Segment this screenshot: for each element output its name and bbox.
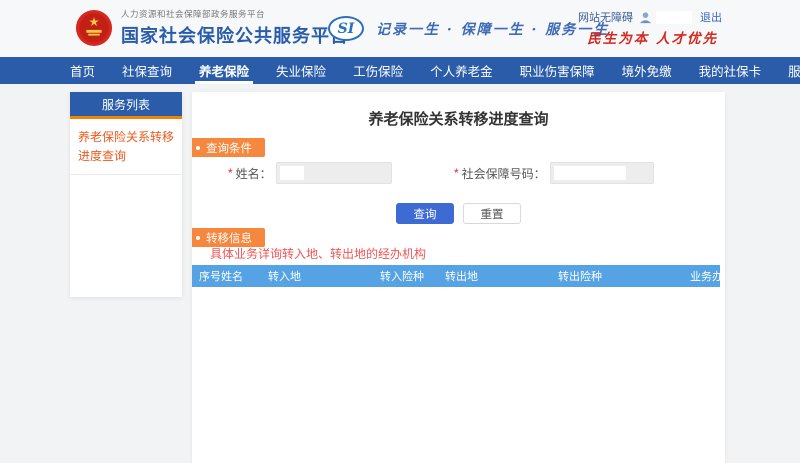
nav-item-personal-pension[interactable]: 个人养老金 [430, 57, 493, 84]
name-label: 姓名： [236, 165, 272, 182]
col-transfer-out: 转出地 [445, 265, 478, 287]
nav-item-guide[interactable]: 服务指南 [788, 57, 800, 84]
user-avatar-icon [639, 11, 652, 24]
required-mark: * [228, 166, 233, 180]
bullet-dot-icon [196, 236, 200, 240]
name-field-group: * 姓名： [228, 162, 392, 184]
col-process-status: 业务办理情况 [690, 265, 720, 287]
ministry-line: 人力资源和社会保障部政务服务平台 [121, 8, 349, 20]
name-input-wrap [276, 162, 392, 184]
transfer-table-header: 序号 姓名 转入地 转入险种 转出地 转出险种 业务办理情况 [192, 265, 720, 287]
main-panel: 养老保险关系转移进度查询 查询条件 * 姓名： * 社会保障号码： 查询 重置 … [192, 92, 725, 463]
query-form: * 姓名： * 社会保障号码： [192, 162, 725, 186]
query-button[interactable]: 查询 [396, 203, 454, 224]
national-emblem-icon: ★ [75, 9, 113, 47]
nav-item-injury[interactable]: 工伤保险 [353, 57, 403, 84]
bullet-dot-icon [196, 146, 200, 150]
main-nav: 首页 社保查询 养老保险 失业保险 工伤保险 个人养老金 职业伤害保障 境外免缴… [0, 57, 800, 84]
ssn-field-group: * 社会保障号码： [454, 162, 654, 184]
button-row: 查询 重置 [192, 203, 725, 224]
nav-item-unemployment[interactable]: 失业保险 [276, 57, 326, 84]
sidebar-item-transfer-progress[interactable]: 养老保险关系转移进度查询 [70, 119, 182, 175]
col-out-insurance: 转出险种 [558, 265, 602, 287]
section-tag-query: 查询条件 [192, 138, 265, 157]
service-sidebar: 服务列表 养老保险关系转移进度查询 [70, 92, 182, 297]
col-transfer-in: 转入地 [268, 265, 301, 287]
nav-item-my-card[interactable]: 我的社保卡 [699, 57, 762, 84]
username-redacted [656, 11, 692, 24]
nav-item-home[interactable]: 首页 [70, 57, 95, 84]
transfer-note: 具体业务详询转入地、转出地的经办机构 [210, 245, 426, 262]
accessibility-link[interactable]: 网站无障碍 [578, 9, 633, 25]
name-value-redacted [280, 166, 304, 180]
nav-item-pension[interactable]: 养老保险 [199, 57, 249, 84]
sidebar-title: 服务列表 [70, 92, 182, 119]
logo-group: ★ 人力资源和社会保障部政务服务平台 国家社会保险公共服务平台 [75, 8, 349, 48]
svg-text:★: ★ [88, 15, 99, 29]
col-seq: 序号 [199, 265, 221, 287]
reset-button[interactable]: 重置 [463, 203, 521, 224]
si-brand-group: SI 记录一生 · 保障一生 · 服务一生 [328, 16, 609, 41]
ssn-input-wrap [550, 162, 654, 184]
col-in-insurance: 转入险种 [380, 265, 424, 287]
ssn-label: 社会保障号码： [462, 165, 546, 182]
brand-slogan: 记录一生 · 保障一生 · 服务一生 [376, 19, 609, 39]
nav-item-overseas-exemption[interactable]: 境外免缴 [622, 57, 672, 84]
user-toolbar: 网站无障碍 退出 [578, 9, 722, 25]
required-mark: * [454, 166, 459, 180]
nav-item-shebao-query[interactable]: 社保查询 [122, 57, 172, 84]
site-title-block: 人力资源和社会保障部政务服务平台 国家社会保险公共服务平台 [121, 8, 349, 48]
site-title: 国家社会保险公共服务平台 [121, 22, 349, 48]
motto-calligraphy: 民生为本 人才优先 [587, 27, 718, 47]
page-title: 养老保险关系转移进度查询 [192, 108, 725, 129]
nav-item-occupational-injury[interactable]: 职业伤害保障 [520, 57, 595, 84]
logout-link[interactable]: 退出 [700, 9, 722, 25]
ssn-value-redacted [554, 166, 626, 180]
page-header: ★ 人力资源和社会保障部政务服务平台 国家社会保险公共服务平台 SI 记录一生 … [0, 0, 800, 57]
section-tag-query-label: 查询条件 [206, 140, 252, 156]
section-tag-transfer-label: 转移信息 [206, 230, 252, 246]
col-name: 姓名 [221, 265, 243, 287]
si-logo-icon: SI [328, 16, 364, 41]
